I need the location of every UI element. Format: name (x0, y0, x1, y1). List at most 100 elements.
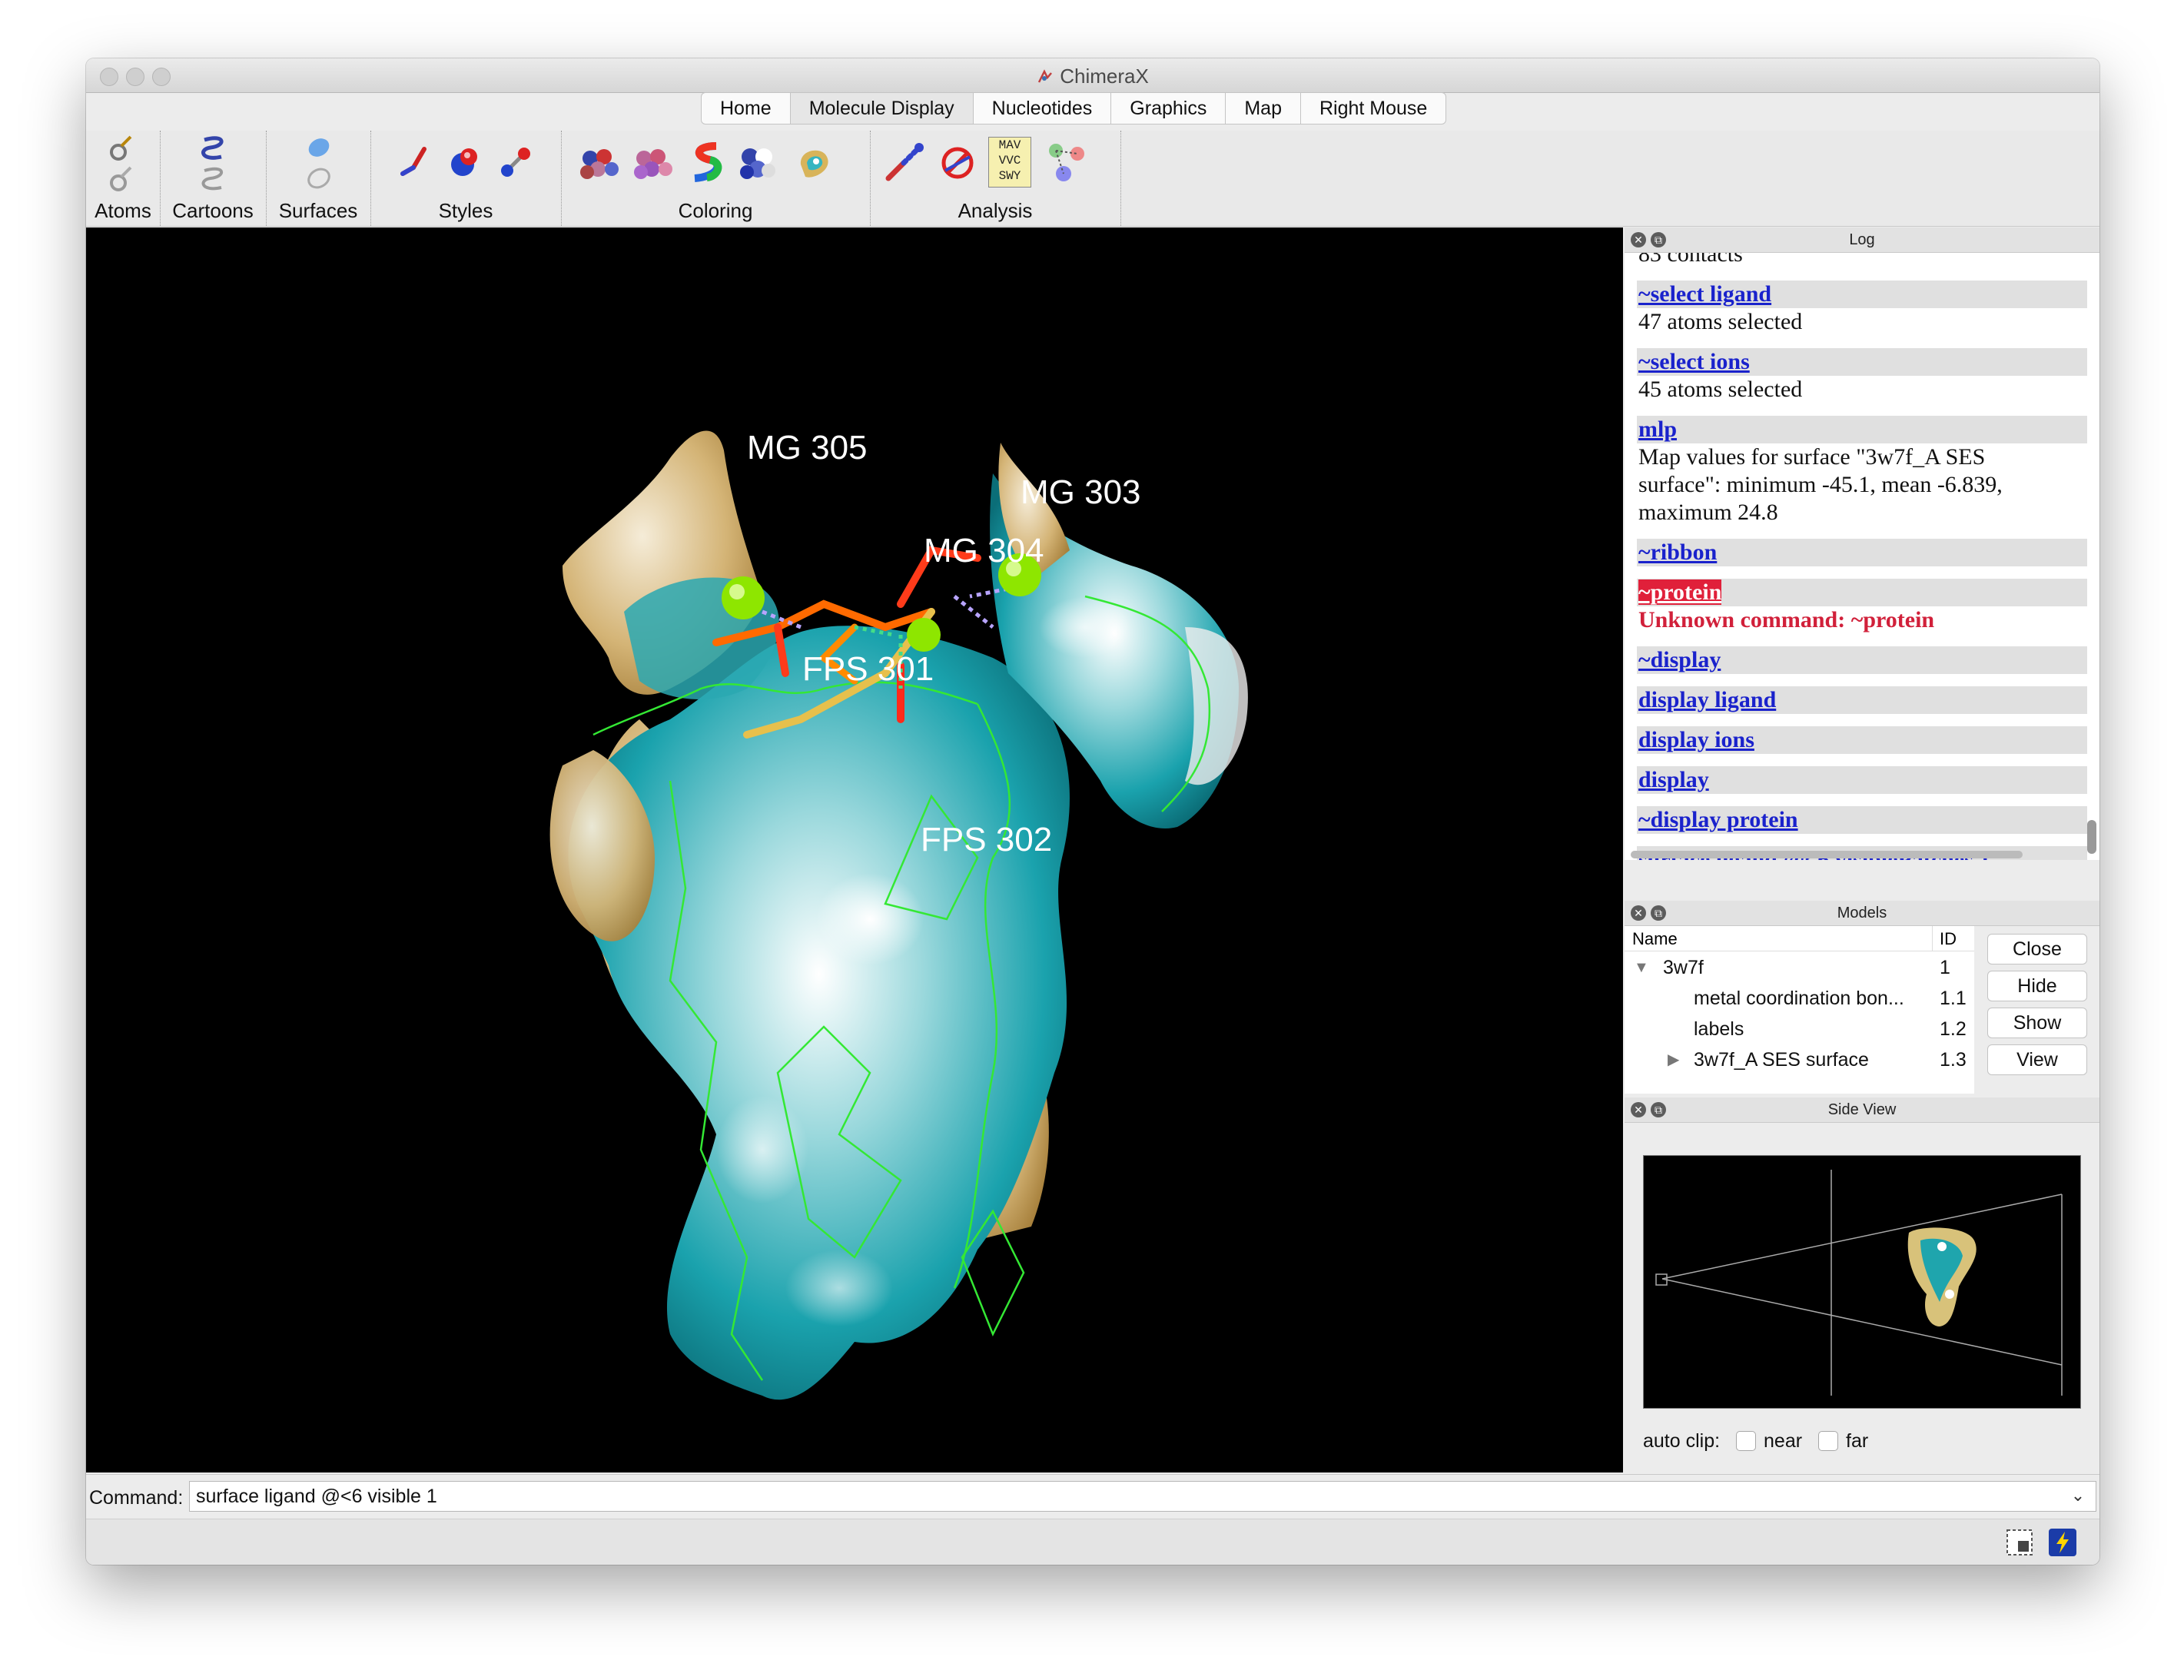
log-command-link[interactable]: mlp (1637, 416, 2087, 443)
clashes-icon[interactable] (934, 140, 981, 186)
tab-right-mouse[interactable]: Right Mouse (1300, 92, 1447, 125)
log-close-icon[interactable]: ✕ (1631, 232, 1646, 247)
expand-triangle-closed-icon[interactable]: ▶ (1668, 1044, 1679, 1075)
log-entry: ~protein Unknown command: ~protein (1637, 579, 2087, 634)
toolbar-group-coloring: Coloring (561, 131, 871, 226)
tab-home[interactable]: Home (701, 92, 791, 125)
log-command-link[interactable]: ~display (1637, 646, 2087, 674)
side-view-diagram (1655, 1170, 2063, 1396)
tab-map[interactable]: Map (1226, 92, 1301, 125)
near-clip-checkbox[interactable] (1736, 1431, 1757, 1451)
coloring-group-label: Coloring (678, 199, 753, 222)
log-command-link[interactable]: display (1637, 766, 2087, 794)
selection-inspector-icon[interactable] (2004, 1527, 2035, 1558)
tab-graphics[interactable]: Graphics (1111, 92, 1226, 125)
log-entry: ~display protein (1637, 806, 2087, 834)
chain-contacts-icon[interactable] (1044, 138, 1090, 186)
hide-atoms-icon[interactable] (105, 161, 140, 197)
log-entry: display ions (1637, 726, 2087, 754)
models-close-icon[interactable]: ✕ (1631, 905, 1646, 921)
hide-model-button[interactable]: Hide (1987, 971, 2087, 1001)
label-fps-301: FPS 301 (802, 650, 934, 688)
models-table-header: Name ID (1625, 926, 1974, 951)
log-panel[interactable]: 83 contacts ~select ligand 47 atoms sele… (1625, 253, 2099, 860)
close-model-button[interactable]: Close (1987, 934, 2087, 965)
hide-surfaces-icon[interactable] (301, 161, 337, 197)
show-model-button[interactable]: Show (1987, 1008, 2087, 1038)
log-output: maximum 24.8 (1638, 500, 1778, 525)
hydrogen-bonds-icon[interactable] (881, 140, 927, 186)
model-row[interactable]: ▶ 3w7f_A SES surface 1.3 (1625, 1044, 1974, 1075)
log-horizontal-scrollbar[interactable] (1631, 851, 2023, 858)
label-mg-305: MG 305 (747, 429, 868, 466)
model-id: 1 (1940, 957, 1950, 978)
title-bar: ChimeraX (86, 58, 2099, 93)
hide-cartoons-icon[interactable] (195, 161, 231, 197)
expand-triangle-open-icon[interactable]: ▼ (1634, 952, 1649, 983)
ribbon-tabs: Home Molecule Display Nucleotides Graphi… (701, 92, 1447, 125)
color-by-element-icon[interactable] (630, 143, 676, 186)
surfaces-group-label: Surfaces (278, 199, 358, 222)
label-mg-303: MG 303 (1021, 473, 1141, 511)
model-id: 1.3 (1940, 1049, 1967, 1071)
column-id[interactable]: ID (1940, 929, 1957, 949)
window-title-text: ChimeraX (1060, 65, 1149, 88)
toolbar-group-styles: Styles (370, 131, 562, 226)
command-history-chevron-icon[interactable]: ⌄ (2064, 1481, 2092, 1510)
styles-group-label: Styles (438, 199, 493, 222)
rainbow-coloring-icon[interactable] (687, 140, 725, 186)
color-by-heteroatom-icon[interactable] (576, 143, 622, 186)
toolbar-group-cartoons: Cartoons (160, 131, 267, 226)
right-dock: ✕ ⧉ Log 83 contacts ~select ligand 47 at… (1625, 227, 2099, 1476)
log-entry: ~ribbon (1637, 539, 2087, 566)
toolbar: Atoms Cartoons Surfaces Styles Coloring … (86, 131, 2099, 227)
quick-access-lightning-icon[interactable] (2047, 1527, 2078, 1558)
tab-molecule-display[interactable]: Molecule Display (790, 92, 974, 125)
log-output-partial: 83 contacts (1638, 253, 1743, 267)
color-by-chain-icon[interactable] (735, 141, 781, 186)
log-entry: ~display (1637, 646, 2087, 674)
models-panel-title: ✕ ⧉ Models (1625, 901, 2099, 926)
side-view-panel-title: ✕ ⧉ Side View (1625, 1097, 2099, 1123)
sphere-style-icon[interactable] (447, 144, 483, 180)
view-model-button[interactable]: View (1987, 1044, 2087, 1075)
log-error-command-text[interactable]: ~protein (1638, 579, 1722, 605)
log-output: 45 atoms selected (1638, 377, 1803, 402)
model-row[interactable]: metal coordination bon... 1.1 (1625, 983, 1974, 1014)
model-name: 3w7f (1663, 957, 1704, 978)
model-name: metal coordination bon... (1694, 988, 1904, 1009)
log-scrollbar[interactable] (2087, 820, 2096, 854)
analysis-group-label: Analysis (958, 199, 1033, 222)
status-bar (86, 1519, 2099, 1565)
command-input[interactable]: surface ligand @<6 visible 1 (189, 1481, 2096, 1512)
command-line: Command: surface ligand @<6 visible 1 ⌄ (86, 1474, 2099, 1518)
far-clip-checkbox[interactable] (1818, 1431, 1839, 1451)
log-command-link[interactable]: display ions (1637, 726, 2087, 754)
tab-nucleotides[interactable]: Nucleotides (973, 92, 1112, 125)
near-label: near (1764, 1430, 1803, 1452)
model-row[interactable]: labels 1.2 (1625, 1014, 1974, 1044)
stick-style-icon[interactable] (397, 144, 432, 180)
toolbar-group-surfaces: Surfaces (266, 131, 371, 226)
cartoons-group-label: Cartoons (172, 199, 254, 222)
log-command-link[interactable]: ~ribbon (1637, 539, 2087, 566)
graphics-viewport[interactable]: MG 305 MG 303 MG 304 FPS 301 FPS 302 (86, 227, 1623, 1472)
molecular-surface (549, 430, 1248, 1400)
chimerax-logo-icon (1038, 69, 1053, 83)
color-by-hydrophobicity-icon[interactable] (792, 141, 838, 186)
model-row[interactable]: ▼ 3w7f 1 (1625, 952, 1974, 983)
log-command-link[interactable]: ~select ligand (1637, 281, 2087, 308)
log-command-link[interactable]: ~display protein (1637, 806, 2087, 834)
log-undock-icon[interactable]: ⧉ (1651, 232, 1666, 247)
side-view-canvas[interactable] (1643, 1155, 2081, 1409)
models-undock-icon[interactable]: ⧉ (1651, 905, 1666, 921)
log-command-link[interactable]: display ligand (1637, 686, 2087, 714)
log-panel-title: ✕ ⧉ Log (1625, 227, 2099, 253)
sequence-viewer-icon[interactable]: MAV VVC SWY (988, 137, 1031, 188)
side-view-undock-icon[interactable]: ⧉ (1651, 1102, 1666, 1117)
column-name[interactable]: Name (1632, 929, 1678, 949)
log-command-link[interactable]: ~select ions (1637, 348, 2087, 376)
log-error-command[interactable]: ~protein (1637, 579, 2087, 606)
ball-and-stick-style-icon[interactable] (498, 144, 533, 180)
side-view-close-icon[interactable]: ✕ (1631, 1102, 1646, 1117)
